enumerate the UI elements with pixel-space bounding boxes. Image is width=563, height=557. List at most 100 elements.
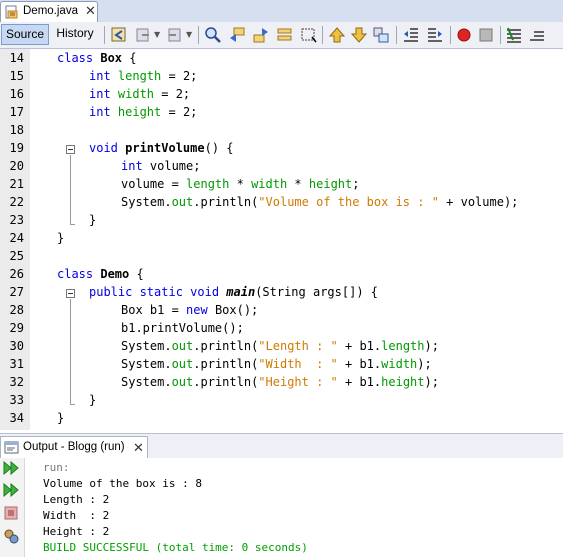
code-line: Box b1 = new Box();	[121, 301, 563, 319]
code-line: System.out.println("Height : " + b1.heig…	[121, 373, 563, 391]
code-token: System.	[121, 375, 172, 389]
code-token: + volume);	[438, 195, 519, 209]
toolbar-separator	[198, 26, 199, 44]
line-number-gutter: 14 15 16 17 18 19 20 21 22 23 24 25 26 27 28 29 30 31 32 33…	[0, 49, 31, 430]
rerun-icon[interactable]	[3, 461, 19, 475]
history-button[interactable]: History	[51, 24, 99, 45]
code-token: Box b1 =	[121, 303, 187, 317]
toggle-highlight-icon[interactable]	[276, 26, 294, 44]
stop-macro-recording-icon[interactable]	[477, 26, 495, 44]
shift-right-icon[interactable]	[426, 26, 444, 44]
output-console[interactable]: run: Volume of the box is : 8 Length : 2 Wi…	[25, 458, 563, 557]
code-line: System.out.println("Volume of the box is…	[121, 193, 563, 211]
code-token: "Volume of the box is : "	[258, 195, 439, 209]
line-number: 34	[9, 411, 24, 425]
code-token: );	[424, 339, 439, 353]
code-token: () {	[204, 141, 234, 155]
last-edit-icon[interactable]	[110, 26, 128, 44]
line-number: 33	[9, 393, 24, 407]
code-line: void printVolume() {	[89, 139, 563, 157]
back-icon[interactable]	[134, 26, 152, 44]
output-tab-label: Output - Blogg (run)	[23, 441, 125, 453]
tab-demo-java[interactable]: Demo.java ✕	[0, 1, 98, 22]
code-token: height	[381, 375, 425, 389]
output-tab-strip: Output - Blogg (run) ✕	[0, 433, 563, 459]
toolbar-separator	[396, 26, 397, 44]
code-token: *	[287, 177, 309, 191]
code-token: ;	[352, 177, 360, 191]
shift-left-icon[interactable]	[402, 26, 420, 44]
next-bookmark-icon[interactable]	[350, 26, 368, 44]
previous-bookmark-icon[interactable]	[328, 26, 346, 44]
stop-icon[interactable]	[4, 506, 18, 520]
rerun-with-params-icon[interactable]	[3, 483, 19, 497]
source-button[interactable]: Source	[1, 24, 49, 45]
code-editor[interactable]: 14 15 16 17 18 19 20 21 22 23 24 25 26 27 28 29 30 31 32 33…	[0, 49, 563, 430]
toolbar-separator	[450, 26, 451, 44]
code-token: height	[308, 177, 353, 191]
code-token: width	[117, 87, 155, 101]
code-line: int volume;	[121, 157, 563, 175]
line-number: 22	[9, 195, 24, 209]
code-token: volume;	[149, 159, 201, 173]
close-icon[interactable]: ✕	[133, 440, 144, 456]
code-token: "Height : "	[258, 375, 338, 389]
code-token: .println(	[193, 375, 259, 389]
output-line: run:	[43, 461, 70, 474]
code-token: "Length : "	[258, 339, 338, 353]
start-macro-recording-icon[interactable]	[455, 26, 473, 44]
close-icon[interactable]: ✕	[85, 3, 96, 19]
line-number: 27	[9, 285, 24, 299]
code-token: }	[89, 393, 97, 407]
code-line: }	[57, 409, 563, 427]
line-number: 20	[9, 159, 24, 173]
code-token: );	[417, 357, 432, 371]
code-token: }	[89, 213, 97, 227]
find-next-icon[interactable]	[252, 26, 270, 44]
code-area[interactable]: class Box {int length = 2; int width = 2;…	[50, 49, 563, 430]
code-token: }	[57, 231, 65, 245]
code-line: }	[89, 391, 563, 409]
code-line: }	[89, 211, 563, 229]
code-token: .println(	[193, 339, 259, 353]
output-line: Length : 2	[43, 493, 110, 506]
code-line: }	[57, 229, 563, 247]
find-previous-icon[interactable]	[228, 26, 246, 44]
code-token: = 2;	[161, 105, 198, 119]
code-token: .println(	[193, 195, 259, 209]
code-token: int	[89, 69, 118, 83]
code-token: int	[89, 105, 118, 119]
forward-icon[interactable]	[166, 26, 184, 44]
code-token: System.	[121, 357, 172, 371]
line-number: 23	[9, 213, 24, 227]
line-number: 31	[9, 357, 24, 371]
code-token: length	[117, 69, 162, 83]
toggle-bookmark-icon[interactable]	[372, 26, 390, 44]
line-number: 18	[9, 123, 24, 137]
output-line: Volume of the box is : 8	[43, 477, 202, 490]
tab-output[interactable]: Output - Blogg (run) ✕	[0, 436, 148, 458]
code-token: b1.printVolume();	[121, 321, 244, 335]
search-icon[interactable]	[204, 26, 222, 44]
code-token: out	[171, 357, 194, 371]
code-token: main	[226, 285, 256, 299]
comment-icon[interactable]	[505, 26, 523, 44]
editor-toolbar: Source History ▼ ▼	[0, 22, 563, 49]
code-token: System.	[121, 195, 172, 209]
chevron-down-icon[interactable]: ▼	[186, 30, 192, 39]
line-number: 25	[9, 249, 24, 263]
code-token: length	[381, 339, 425, 353]
line-number: 30	[9, 339, 24, 353]
code-token: (String args[]) {	[255, 285, 379, 299]
line-number: 26	[9, 267, 24, 281]
code-token: class	[57, 267, 101, 281]
code-token: printVolume	[125, 141, 205, 155]
tab-label: Demo.java	[23, 5, 78, 17]
chevron-down-icon[interactable]: ▼	[154, 30, 160, 39]
uncomment-icon[interactable]	[528, 26, 546, 44]
rectangular-selection-icon[interactable]	[300, 26, 318, 44]
code-line: int length = 2;	[89, 67, 563, 85]
editor-tab-strip: Demo.java ✕	[0, 0, 563, 23]
settings-icon[interactable]	[3, 528, 19, 544]
